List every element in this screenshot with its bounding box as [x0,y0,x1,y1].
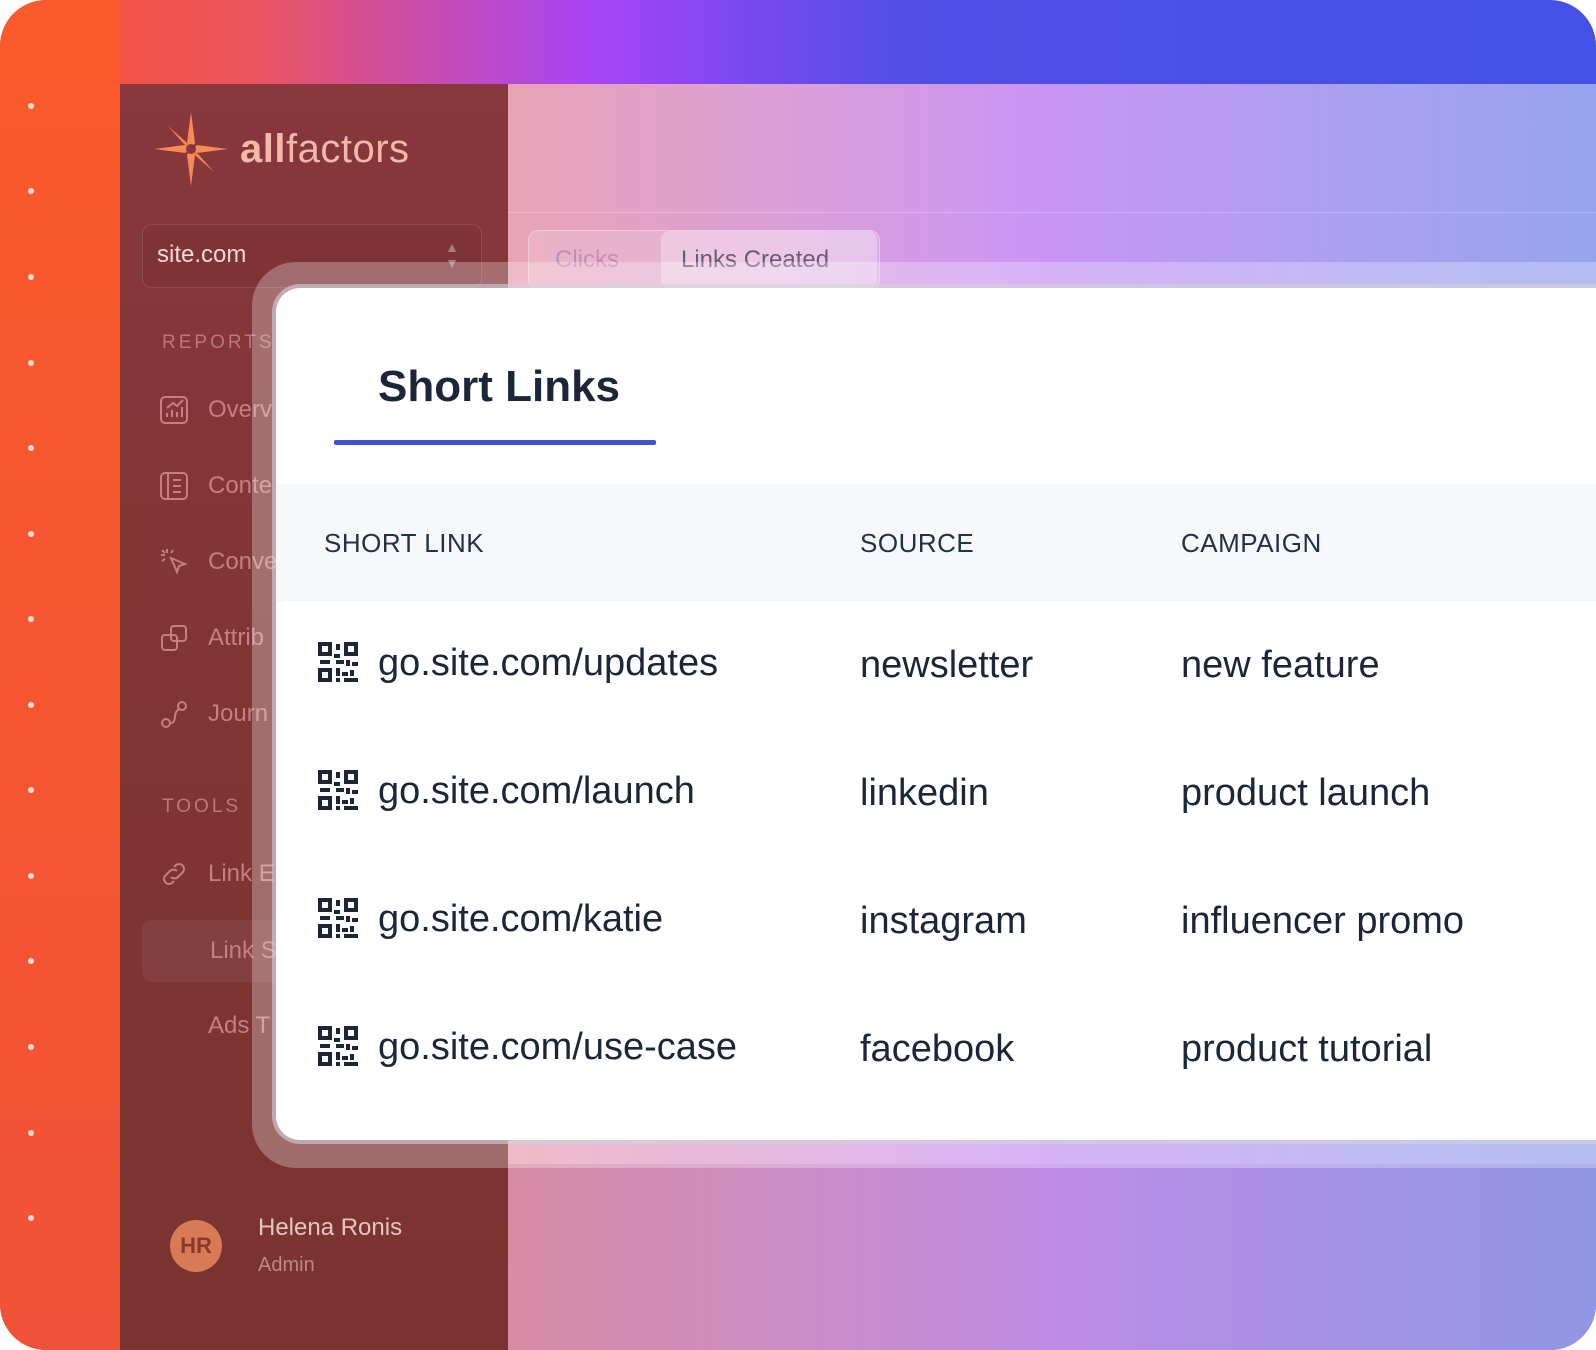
route-icon [158,698,190,730]
table-row[interactable]: go.site.com/launch linkedin product laun… [276,730,1596,858]
document-icon [158,470,190,502]
decor-dot [28,274,34,280]
avatar: HR [170,1219,222,1272]
decor-dot [28,1044,34,1050]
short-link-cell[interactable]: go.site.com/launch [378,770,695,813]
qr-code-icon[interactable] [318,898,358,938]
cursor-click-icon [158,546,190,578]
card-title[interactable]: Short Links [378,362,620,412]
user-role: Admin [258,1254,315,1276]
site-selector-value: site.com [157,241,247,268]
decor-dot [28,103,34,109]
qr-code-icon[interactable] [318,1026,358,1066]
header-divider [508,212,1596,213]
decor-dot [28,616,34,622]
user-profile[interactable]: HR Helena Ronis Admin [170,1214,402,1277]
campaign-cell: product launch [1181,772,1431,814]
sparkle-logo-icon [154,112,228,186]
decor-dot [28,445,34,451]
decor-dot [28,958,34,964]
main-bottom-tint [508,1164,1596,1350]
campaign-cell: product tutorial [1181,1028,1433,1070]
decor-dot [28,1130,34,1136]
decor-dot [28,531,34,537]
table-row[interactable]: go.site.com/katie instagram influencer p… [276,858,1596,986]
active-tab-underline [334,440,656,445]
campaign-cell: influencer promo [1181,900,1465,942]
short-link-cell[interactable]: go.site.com/katie [378,898,663,941]
table-row[interactable]: go.site.com/updates newsletter new featu… [276,602,1596,730]
decor-dot [28,787,34,793]
decor-dot [28,188,34,194]
short-link-cell[interactable]: go.site.com/updates [378,642,718,685]
source-cell: instagram [860,900,1027,942]
source-cell: facebook [860,1028,1015,1070]
decor-dot [28,360,34,366]
campaign-cell: new feature [1181,644,1380,686]
decor-dot [28,702,34,708]
user-name: Helena Ronis [258,1214,403,1241]
left-decor-strip [0,0,120,1350]
brand-name: allfactors [240,126,410,171]
column-header-short-link[interactable]: SHORT LINK [324,528,484,559]
column-header-campaign[interactable]: CAMPAIGN [1181,528,1322,559]
table-row[interactable]: go.site.com/use-case facebook product tu… [276,986,1596,1114]
decor-dot [28,1215,34,1221]
decor-dot [28,873,34,879]
background-frame: allfactors site.com ▲ ▼ REPORTS Overv Con… [0,0,1596,1350]
table-header: SHORT LINK SOURCE CAMPAIGN [276,484,1596,602]
qr-code-icon[interactable] [318,770,358,810]
short-link-cell[interactable]: go.site.com/use-case [378,1026,737,1069]
copy-icon [158,622,190,654]
short-links-card: Short Links SHORT LINK SOURCE CAMPAIGN g… [276,288,1596,1140]
brand-logo[interactable]: allfactors [154,112,410,186]
source-cell: linkedin [860,772,989,814]
qr-code-icon[interactable] [318,642,358,682]
source-cell: newsletter [860,644,1034,686]
chart-icon [158,394,190,426]
link-icon [158,858,190,890]
column-header-source[interactable]: SOURCE [860,528,974,559]
tools-section-label: TOOLS [162,796,242,817]
